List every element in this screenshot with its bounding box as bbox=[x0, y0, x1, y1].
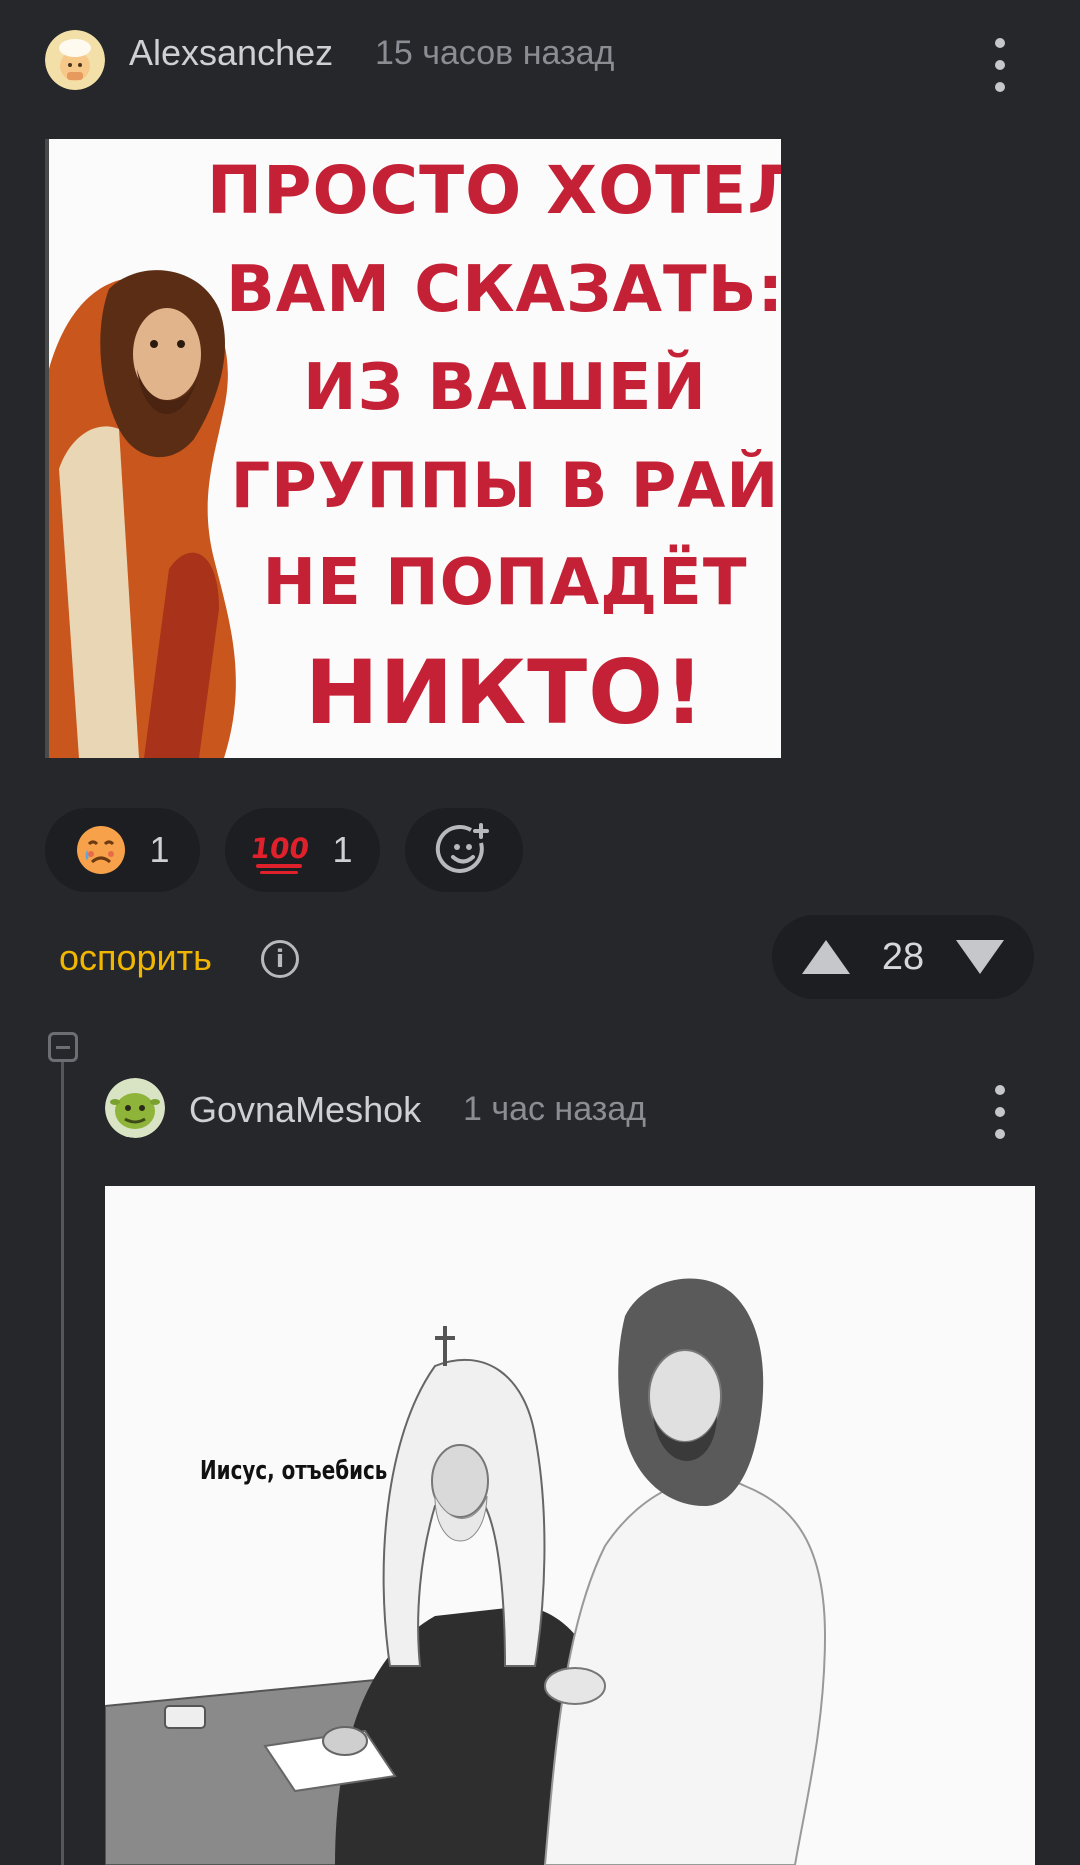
sketch-illustration-icon bbox=[105, 1278, 827, 1865]
reaction-hundred[interactable]: 100 1 bbox=[225, 808, 380, 892]
reaction-count: 1 bbox=[149, 829, 170, 870]
comment-image[interactable]: Иисус, отъебись bbox=[105, 1186, 1035, 1865]
image-text-line: ИЗ ВАШЕЙ bbox=[303, 351, 707, 426]
add-emoji-icon bbox=[435, 823, 489, 873]
comment-time: 1 час назад bbox=[463, 1090, 647, 1128]
collapse-thread-button[interactable] bbox=[48, 1032, 78, 1062]
upvote-arrow-icon[interactable] bbox=[800, 938, 852, 976]
more-options-icon[interactable] bbox=[994, 38, 1006, 92]
comment-image[interactable]: ПРОСТО ХОТЕЛ ВАМ СКАЗАТЬ: ИЗ ВАШЕЙ ГРУПП… bbox=[45, 139, 781, 758]
downvote-arrow-icon[interactable] bbox=[954, 938, 1006, 976]
comment-author[interactable]: Alexsanchez bbox=[129, 32, 333, 74]
hundred-points-emoji-icon: 100 bbox=[252, 832, 310, 874]
add-reaction-button[interactable] bbox=[405, 808, 523, 892]
info-icon[interactable]: i bbox=[261, 940, 299, 978]
image-text-line: НЕ ПОПАДЁТ bbox=[262, 545, 748, 620]
sad-tear-emoji-icon bbox=[77, 826, 126, 874]
image-caption: Иисус, отъебись bbox=[200, 1456, 388, 1486]
more-options-icon[interactable] bbox=[994, 1085, 1006, 1139]
avatar[interactable] bbox=[105, 1078, 165, 1138]
svg-text:100: 100 bbox=[252, 832, 310, 865]
avatar-shrek-icon bbox=[105, 1078, 165, 1138]
comment-author[interactable]: GovnaMeshok bbox=[189, 1089, 421, 1131]
dispute-link[interactable]: оспорить bbox=[59, 937, 212, 979]
reaction-sad[interactable]: 1 bbox=[45, 808, 200, 892]
thread-line[interactable] bbox=[61, 1062, 64, 1865]
image-text-line: ПРОСТО ХОТЕЛ bbox=[206, 152, 781, 230]
reaction-count: 1 bbox=[332, 829, 353, 870]
image-text-line: НИКТО! bbox=[304, 640, 706, 744]
vote-score: 28 bbox=[881, 935, 925, 978]
image-text: ПРОСТО ХОТЕЛ ВАМ СКАЗАТЬ: ИЗ ВАШЕЙ ГРУПП… bbox=[207, 139, 781, 758]
image-text-line: ВАМ СКАЗАТЬ: bbox=[225, 253, 781, 328]
avatar[interactable] bbox=[45, 30, 105, 90]
avatar-baby-icon bbox=[45, 30, 105, 90]
vote-control: 28 bbox=[772, 915, 1034, 999]
comment-time: 15 часов назад bbox=[375, 34, 615, 72]
image-text-line: ГРУППЫ В РАЙ bbox=[230, 448, 780, 522]
